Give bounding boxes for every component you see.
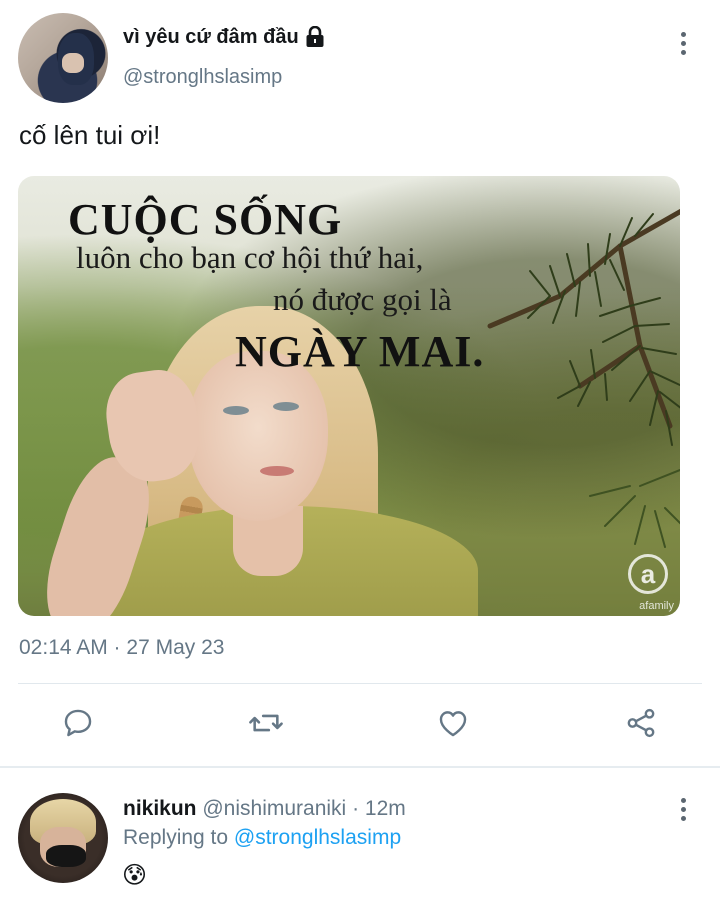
quote-line-1: CUỘC SỐNG bbox=[68, 195, 343, 244]
reply-author-handle[interactable]: @nishimuraniki bbox=[202, 797, 346, 820]
reply-button[interactable] bbox=[58, 705, 98, 745]
tweet-timestamp[interactable]: 02:14 AM · 27 May 23 bbox=[19, 636, 224, 660]
pine-branch-graphic bbox=[487, 208, 680, 548]
heart-icon bbox=[436, 706, 470, 745]
tweet-image[interactable]: CUỘC SỐNG luôn cho bạn cơ hội thứ hai, n… bbox=[18, 176, 680, 616]
reply-text-emoji: 😰 bbox=[122, 862, 148, 889]
reply-more-options-icon[interactable] bbox=[671, 795, 695, 823]
reply-time: · 12m bbox=[352, 797, 406, 820]
share-icon bbox=[624, 706, 658, 745]
tweet-action-bar bbox=[0, 700, 720, 750]
author-name-text: vì yêu cứ đâm đầu bbox=[123, 26, 299, 48]
more-options-icon[interactable] bbox=[671, 29, 695, 57]
reply-header: nikikun @nishimuraniki · 12m bbox=[123, 797, 406, 821]
tweet-detail-page: vì yêu cứ đâm đầu @stronglhslasimp cố lê… bbox=[0, 0, 720, 903]
lock-icon bbox=[305, 25, 325, 48]
replying-to-line: Replying to @stronglhslasimp bbox=[123, 826, 401, 850]
author-handle[interactable]: @stronglhslasimp bbox=[123, 66, 282, 89]
reply-author-avatar[interactable] bbox=[18, 793, 108, 883]
retweet-icon bbox=[247, 706, 285, 745]
replying-to-handle-link[interactable]: @stronglhslasimp bbox=[234, 826, 401, 849]
watermark-logo-icon: a bbox=[628, 554, 668, 594]
replying-to-label: Replying to bbox=[123, 826, 229, 849]
author-display-name[interactable]: vì yêu cứ đâm đầu bbox=[123, 25, 325, 49]
comment-icon bbox=[61, 706, 95, 745]
divider bbox=[18, 683, 702, 684]
like-button[interactable] bbox=[433, 705, 473, 745]
author-avatar[interactable] bbox=[18, 13, 108, 103]
quote-line-3: nó được gọi là bbox=[273, 282, 452, 317]
retweet-button[interactable] bbox=[246, 705, 286, 745]
quote-line-2: luôn cho bạn cơ hội thứ hai, bbox=[76, 240, 424, 275]
quote-line-4: NGÀY MAI. bbox=[235, 327, 485, 376]
tweet-text: cố lên tui ơi! bbox=[19, 120, 161, 150]
share-button[interactable] bbox=[621, 705, 661, 745]
watermark-text: afamily bbox=[639, 600, 674, 612]
reply-author-name[interactable]: nikikun bbox=[123, 797, 197, 820]
thread-separator bbox=[0, 766, 720, 768]
